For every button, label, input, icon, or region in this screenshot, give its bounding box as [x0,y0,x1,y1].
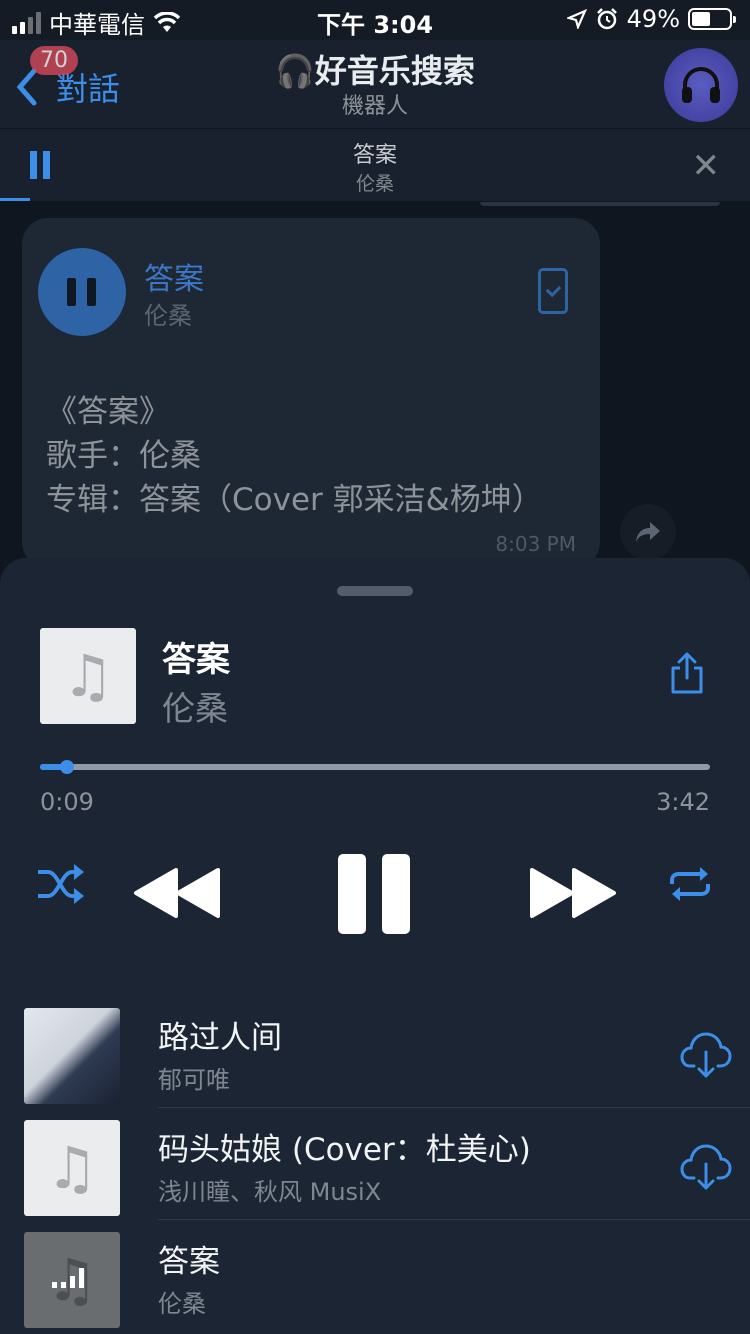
mini-progress-bar [0,198,30,201]
previous-message-edge [480,202,720,206]
message-time: 8:03 PM [495,532,576,556]
player-sheet: ♫ 答案 伦桑 0:09 3:42 路过人间 郁可唯 ♫ 码头姑娘 (Cover… [0,558,750,1334]
message-pause-button[interactable] [38,248,126,336]
close-icon[interactable]: ✕ [692,149,721,183]
chat-subtitle: 機器人 [341,94,408,119]
mini-player-title: 答案 [352,143,397,168]
playlist-item[interactable]: 路过人间 郁可唯 [0,1006,750,1118]
headphones-icon [682,67,720,103]
album-cover: ♫ [40,628,136,724]
now-playing-artist: 伦桑 [162,689,228,728]
mini-player-artist: 伦桑 [355,173,394,195]
seek-bar[interactable] [40,760,710,774]
saved-file-icon[interactable] [538,268,568,314]
message-song-artist: 伦桑 [144,302,192,330]
battery-icon [688,8,736,30]
track-artist: 郁可唯 [158,1066,230,1094]
status-bar: 中華電信 下午 3:04 49% [0,0,750,40]
caption-line: 歌手：伦桑 [46,438,201,474]
fast-forward-icon[interactable] [530,866,618,920]
track-artwork [24,1008,120,1104]
navigation-bar: 對話 70 🎧好音乐搜索 機器人 [0,40,750,128]
track-artwork: ♫ [24,1120,120,1216]
total-time: 3:42 [656,788,710,816]
now-playing-equalizer-icon [52,1266,84,1288]
message-song-title: 答案 [144,262,204,297]
chat-area: 答案 伦桑 《答案》 歌手：伦桑 专辑：答案（Cover 郭采洁&杨坤） 8:0… [0,202,750,582]
track-artist: 伦桑 [158,1290,206,1318]
audio-message-bubble[interactable]: 答案 伦桑 《答案》 歌手：伦桑 专辑：答案（Cover 郭采洁&杨坤） 8:0… [22,218,600,568]
caption-line: 《答案》 [46,394,170,430]
shuffle-icon[interactable] [36,862,86,906]
now-playing-title: 答案 [162,640,230,680]
forward-button[interactable] [620,504,676,560]
forward-arrow-icon [636,522,660,542]
music-note-icon: ♫ [62,642,114,710]
playlist-item[interactable]: ♫ 码头姑娘 (Cover：杜美心) 浅川瞳、秋风 MusiX [0,1118,750,1230]
battery-percent: 49% [626,5,680,33]
playlist-item[interactable]: ♫ 答案 伦桑 [0,1230,750,1334]
rewind-icon[interactable] [132,866,220,920]
chat-title[interactable]: 🎧好音乐搜索 [0,46,750,92]
sheet-grabber[interactable] [337,586,413,596]
caption-line: 专辑：答案（Cover 郭采洁&杨坤） [46,482,543,518]
alarm-icon [596,8,617,30]
track-artwork: ♫ [24,1232,120,1328]
row-divider [158,1219,750,1220]
playback-controls [0,848,750,938]
cloud-download-icon[interactable] [680,1140,732,1192]
repeat-icon[interactable] [666,864,714,904]
share-icon[interactable] [668,652,706,694]
track-title: 路过人间 [158,1020,282,1056]
mini-player[interactable]: 答案 伦桑 ✕ [0,128,750,202]
location-arrow-icon [566,9,587,29]
elapsed-time: 0:09 [40,788,94,816]
pause-button[interactable] [338,854,410,934]
track-title: 答案 [158,1244,220,1280]
track-artist: 浅川瞳、秋风 MusiX [158,1178,382,1206]
playlist: 路过人间 郁可唯 ♫ 码头姑娘 (Cover：杜美心) 浅川瞳、秋风 MusiX… [0,1006,750,1334]
row-divider [158,1107,750,1108]
music-note-icon: ♫ [46,1134,98,1202]
track-title: 码头姑娘 (Cover：杜美心) [158,1132,531,1168]
message-caption: 《答案》 歌手：伦桑 专辑：答案（Cover 郭采洁&杨坤） [46,390,543,522]
bot-avatar[interactable] [664,48,738,122]
cloud-download-icon[interactable] [680,1028,732,1080]
seek-thumb[interactable] [59,760,74,774]
